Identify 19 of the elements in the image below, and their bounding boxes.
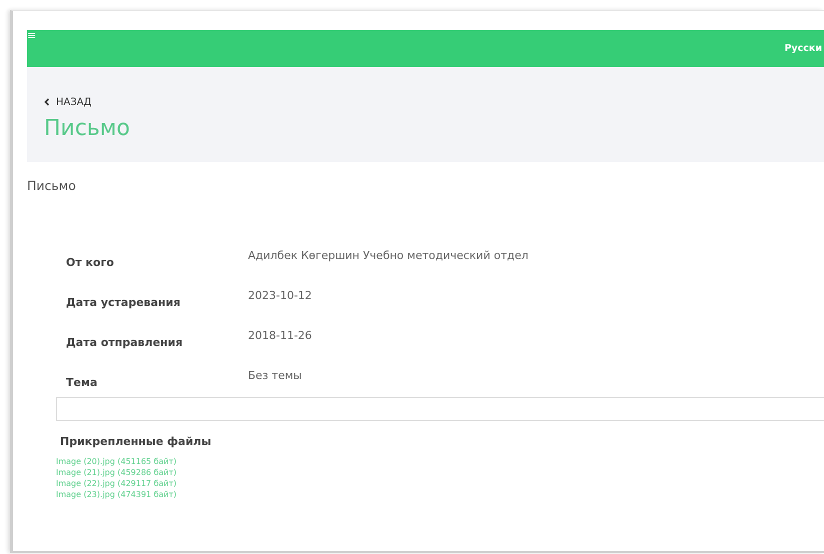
field-label: От кого	[66, 255, 115, 271]
language-selector[interactable]: Русски	[784, 43, 822, 54]
attachments-title: Прикрепленные файлы	[60, 435, 212, 448]
page-title: Письмо	[44, 116, 131, 141]
menu-icon[interactable]: ≡	[27, 30, 36, 41]
file-link[interactable]: Image (22).jpg (429117 байт)	[56, 478, 177, 489]
field-value: 2018-11-26	[248, 329, 312, 344]
section-title: Письмо	[27, 178, 77, 193]
file-link[interactable]: Image (21).jpg (459286 байт)	[56, 467, 177, 478]
chevron-left-icon	[44, 98, 50, 106]
field-label: Дата отправления	[66, 335, 184, 351]
field-value: 2023-10-12	[248, 289, 312, 304]
file-link[interactable]: Image (20).jpg (451165 байт)	[56, 456, 177, 467]
field-label: Тема	[66, 375, 98, 391]
field-value: Адилбек Көгершин Учебно методический отдел	[248, 249, 528, 264]
back-link[interactable]: НАЗАД	[44, 96, 92, 108]
file-link[interactable]: Image (23).jpg (474391 байт)	[56, 489, 177, 500]
field-label: Дата устаревания	[66, 295, 182, 311]
field-value: Без темы	[248, 369, 302, 384]
